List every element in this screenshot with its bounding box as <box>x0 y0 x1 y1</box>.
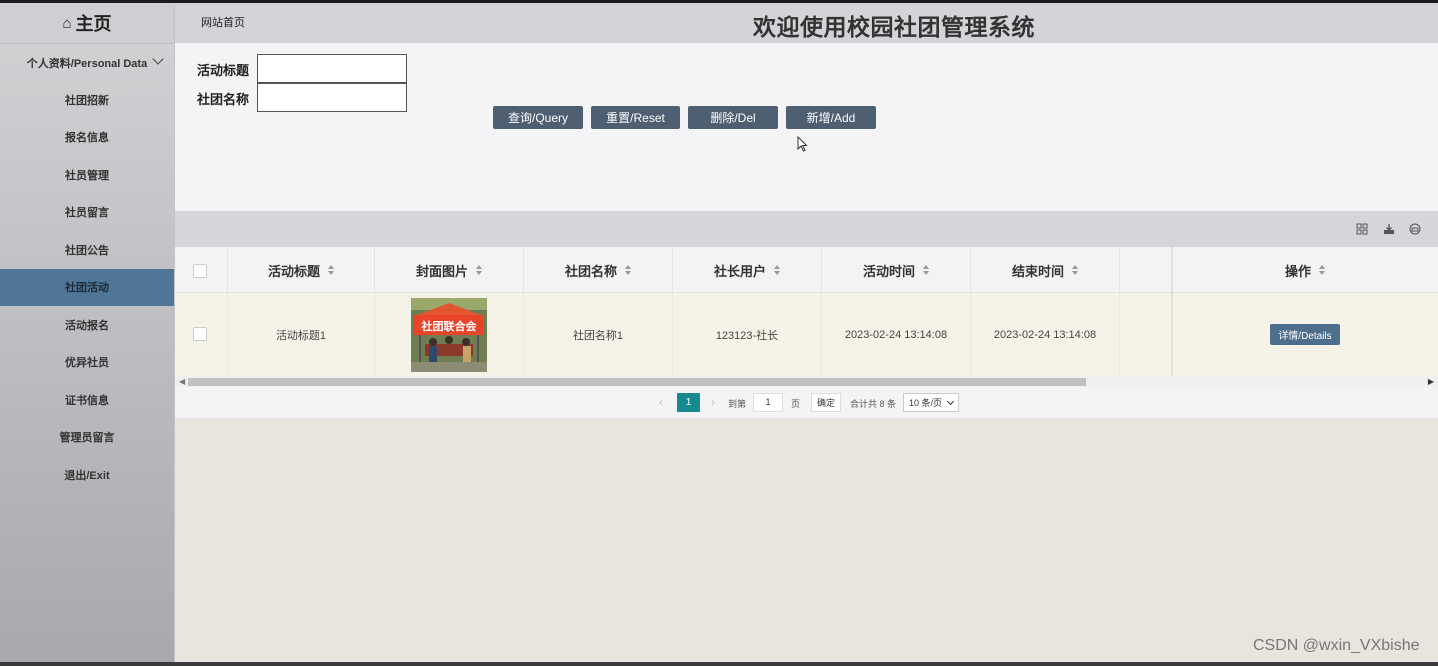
home-icon: ⌂ <box>62 14 72 32</box>
cover-image[interactable]: 社团联合会 <box>411 297 487 372</box>
cover-image-banner-text: 社团联合会 <box>421 319 477 333</box>
pagination: ‹ 1 › 到第 1 页 确定 合计共 8 条 10 条/页 <box>175 387 1438 418</box>
sidebar-home[interactable]: ⌂ 主页 <box>0 3 174 44</box>
header: 网站首页 欢迎使用校园社团管理系统 <box>175 3 1438 43</box>
sidebar-item-exit[interactable]: 退出/Exit <box>0 456 174 494</box>
sort-icon[interactable] <box>923 265 929 275</box>
export-icon[interactable] <box>1381 221 1397 237</box>
sidebar-item-member-messages[interactable]: 社员留言 <box>0 194 174 232</box>
details-button[interactable]: 详情/Details <box>1270 324 1340 345</box>
print-icon[interactable] <box>1407 221 1423 237</box>
cell-end-time: 2023-02-24 13:14:08 <box>971 293 1120 376</box>
club-name-input[interactable] <box>257 83 407 112</box>
fixed-column-divider <box>1171 247 1173 376</box>
cell-actions: 详情/Details <box>1172 293 1438 376</box>
chevron-down-icon <box>152 53 164 65</box>
window-bottom-edge <box>0 662 1438 666</box>
sidebar-item-excellent-members[interactable]: 优异社员 <box>0 344 174 382</box>
page-size-select[interactable]: 10 条/页 <box>903 393 959 412</box>
sidebar-item-member-manage[interactable]: 社员管理 <box>0 156 174 194</box>
sort-icon[interactable] <box>774 265 780 275</box>
page-unit-label: 页 <box>791 399 801 409</box>
sort-icon[interactable] <box>1319 265 1325 275</box>
header-checkbox-cell <box>175 247 228 293</box>
sort-icon[interactable] <box>476 265 482 275</box>
scrollbar-thumb[interactable] <box>188 378 1086 386</box>
table-row[interactable]: 活动标题1 社团联合会 社团名称1 123123-社长 2023-02-24 1… <box>175 293 1438 376</box>
columns-icon[interactable] <box>1354 221 1370 237</box>
column-header-label: 封面图片 <box>415 263 468 279</box>
column-header-label: 活动时间 <box>862 263 915 279</box>
club-name-label: 社团名称 <box>197 92 250 107</box>
sort-icon[interactable] <box>328 265 334 275</box>
cell-cover-image: 社团联合会 <box>375 293 524 376</box>
table-horizontal-scrollbar[interactable]: ◀ ▶ <box>175 376 1438 387</box>
scroll-right-icon[interactable]: ▶ <box>1428 377 1434 386</box>
chevron-down-icon <box>946 397 955 406</box>
column-header-empty <box>1120 247 1172 293</box>
column-header-club-name[interactable]: 社团名称 <box>524 247 673 293</box>
goto-confirm-button[interactable]: 确定 <box>811 393 841 412</box>
sidebar-item-club-recruit[interactable]: 社团招新 <box>0 81 174 119</box>
activity-title-input[interactable] <box>257 54 407 83</box>
sidebar-item-club-activity[interactable]: 社团活动 <box>0 268 174 306</box>
column-header-label: 社长用户 <box>713 263 766 279</box>
mouse-cursor-icon <box>797 136 808 152</box>
reset-button[interactable]: 重置/Reset <box>591 106 680 129</box>
breadcrumb-home-link[interactable]: 网站首页 <box>201 14 245 30</box>
column-header-label: 活动标题 <box>267 263 320 279</box>
scroll-left-icon[interactable]: ◀ <box>179 377 185 386</box>
cell-leader: 123123-社长 <box>673 293 822 376</box>
column-header-actions[interactable]: 操作 <box>1172 247 1438 293</box>
table-header: 活动标题 封面图片 社团名称 社长用户 活动时间 结束时间 操作 <box>175 247 1438 293</box>
column-header-label: 结束时间 <box>1011 263 1064 279</box>
column-header-cover-image[interactable]: 封面图片 <box>375 247 524 293</box>
total-count: 合计共 8 条 <box>850 399 897 409</box>
sidebar-group-label: 个人资料/Personal Data <box>26 57 148 70</box>
column-header-start-time[interactable]: 活动时间 <box>822 247 971 293</box>
data-table: 活动标题 封面图片 社团名称 社长用户 活动时间 结束时间 操作 活动标题1 社… <box>175 247 1438 376</box>
goto-label: 到第 <box>728 399 747 409</box>
table-toolbar <box>175 211 1438 247</box>
row-checkbox[interactable] <box>193 327 207 341</box>
column-header-label: 操作 <box>1284 263 1311 279</box>
delete-button[interactable]: 删除/Del <box>688 106 778 129</box>
sidebar-group-personal-data[interactable]: 个人资料/Personal Data <box>0 44 174 81</box>
cell-activity-title: 活动标题1 <box>228 293 375 376</box>
column-header-label: 社团名称 <box>564 263 617 279</box>
sidebar-item-admin-messages[interactable]: 管理员留言 <box>0 419 174 457</box>
cell-start-time: 2023-02-24 13:14:08 <box>822 293 971 376</box>
column-header-leader[interactable]: 社长用户 <box>673 247 822 293</box>
prev-page-icon[interactable]: ‹ <box>659 395 663 409</box>
select-all-checkbox[interactable] <box>193 264 207 278</box>
sidebar-item-signup-info[interactable]: 报名信息 <box>0 119 174 157</box>
query-button[interactable]: 查询/Query <box>493 106 583 129</box>
sidebar-home-label: 主页 <box>75 14 112 34</box>
sort-icon[interactable] <box>1072 265 1078 275</box>
next-page-icon[interactable]: › <box>711 395 715 409</box>
search-panel: 活动标题 社团名称 查询/Query 重置/Reset 删除/Del 新增/Ad… <box>175 43 1438 211</box>
sidebar-item-certificates[interactable]: 证书信息 <box>0 381 174 419</box>
page-title: 欢迎使用校园社团管理系统 <box>753 14 1035 40</box>
add-button[interactable]: 新增/Add <box>786 106 876 129</box>
column-header-activity-title[interactable]: 活动标题 <box>228 247 375 293</box>
sidebar: ⌂ 主页 个人资料/Personal Data 社团招新 报名信息 社员管理 社… <box>0 3 175 662</box>
sidebar-item-club-notice[interactable]: 社团公告 <box>0 231 174 269</box>
cell-club-name: 社团名称1 <box>524 293 673 376</box>
activity-title-label: 活动标题 <box>197 63 250 78</box>
page-button-current[interactable]: 1 <box>677 393 700 412</box>
cell-empty <box>1120 293 1172 376</box>
row-checkbox-cell <box>175 293 228 376</box>
column-header-end-time[interactable]: 结束时间 <box>971 247 1120 293</box>
sort-icon[interactable] <box>625 265 631 275</box>
page-size-value: 10 条/页 <box>909 398 943 408</box>
goto-page-input[interactable]: 1 <box>753 393 783 412</box>
watermark: CSDN @wxin_VXbishe <box>1253 637 1420 654</box>
sidebar-item-activity-signup[interactable]: 活动报名 <box>0 306 174 344</box>
